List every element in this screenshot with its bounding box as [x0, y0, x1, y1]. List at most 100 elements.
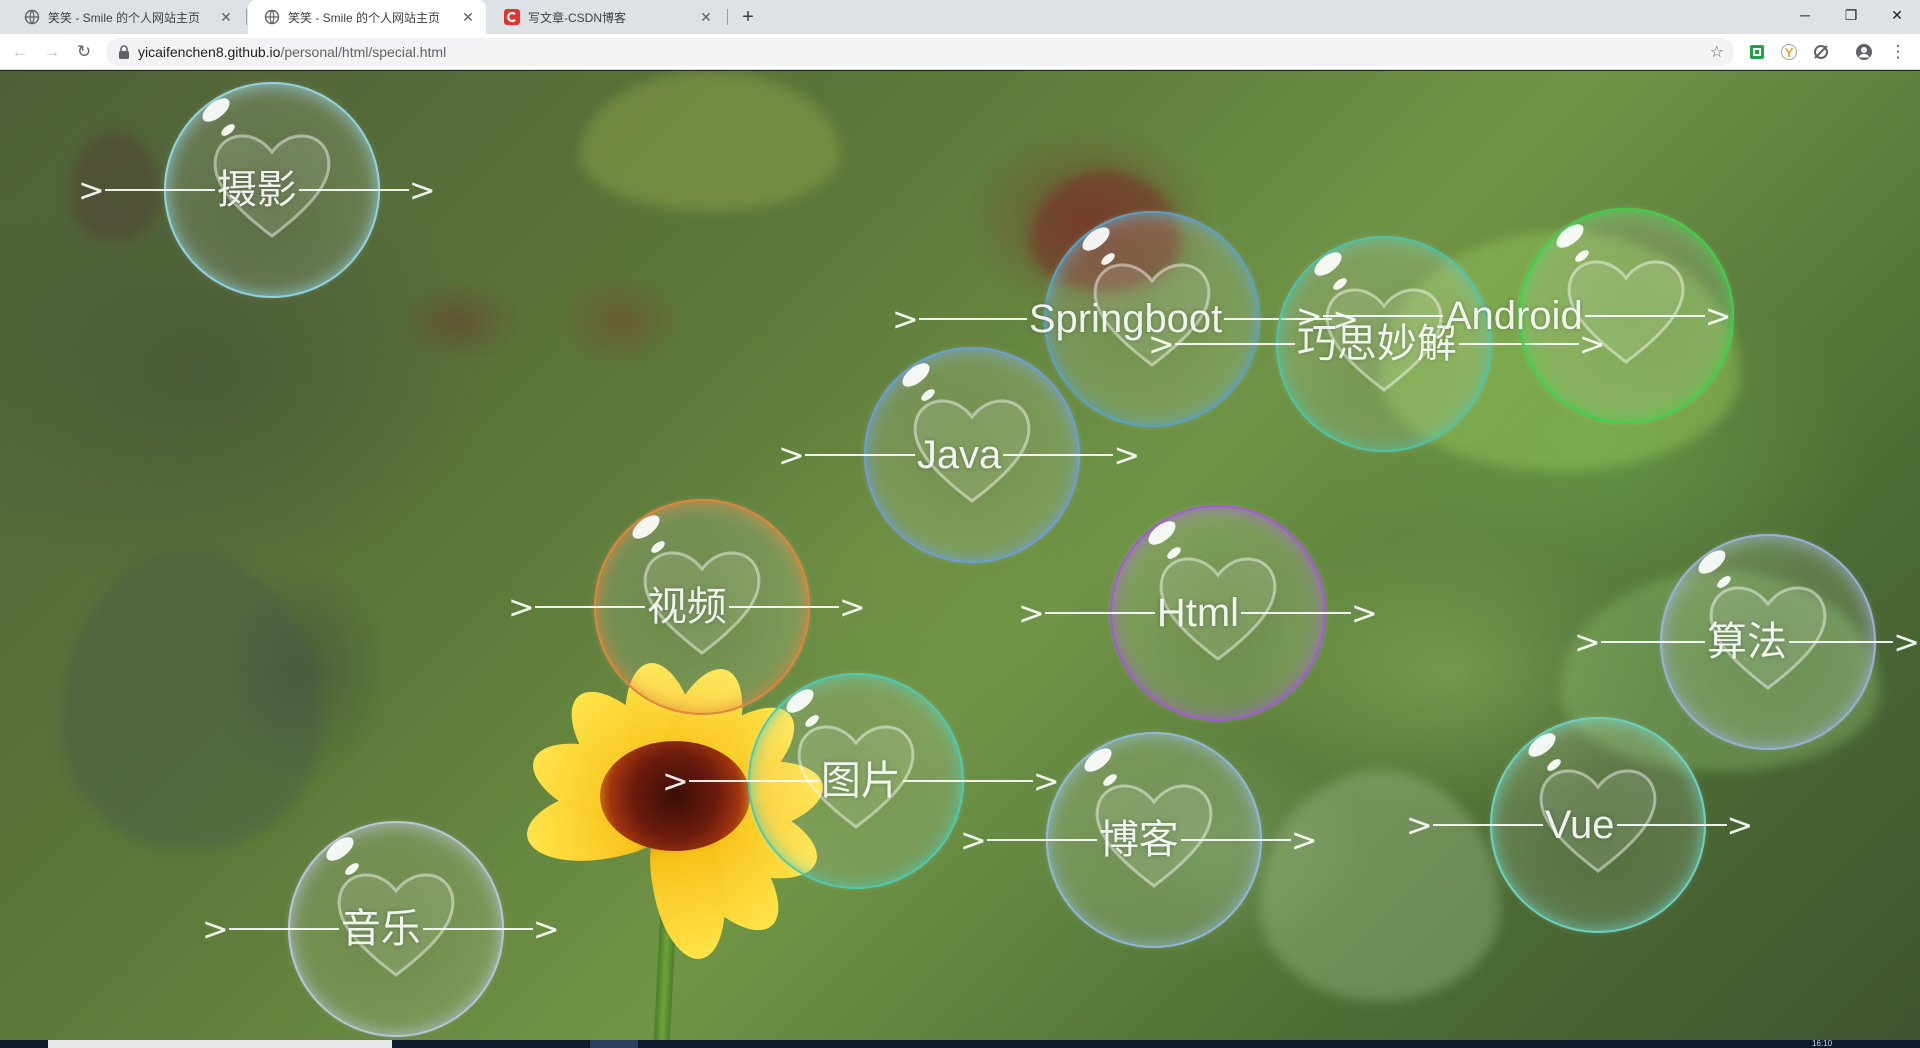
arrow-head-left: >: [508, 588, 535, 626]
arrow-line: [298, 189, 409, 191]
topic-label: 摄影: [216, 168, 297, 212]
arrow-line: [1600, 641, 1705, 643]
topic-link[interactable]: > 摄影 >: [78, 168, 436, 212]
minimize-icon[interactable]: ─: [1782, 0, 1828, 30]
tab-divider: [727, 9, 728, 25]
arrow-line: [902, 780, 1033, 782]
topic-label: 算法: [1707, 620, 1787, 664]
arrow-line: [804, 454, 915, 456]
url-host: yicaifenchen8.github.io: [138, 44, 281, 60]
topic-label: Java: [916, 433, 1002, 477]
arrow-line: [986, 839, 1097, 841]
maximize-icon[interactable]: ❐: [1828, 0, 1874, 30]
address-bar[interactable]: yicaifenchen8.github.io/personal/html/sp…: [106, 38, 1734, 66]
arrow-head-right: >: [532, 910, 560, 948]
arrow-head-right: >: [1290, 821, 1318, 859]
arrow-head-right: >: [1113, 436, 1141, 474]
arrow-line: [688, 780, 819, 782]
topic-link[interactable]: > 算法 >: [1574, 620, 1920, 664]
arrow-head-right: >: [1351, 594, 1378, 632]
tab-title: 笑笑 - Smile 的个人网站主页: [48, 10, 201, 25]
arrow-head-left: >: [662, 762, 689, 800]
arrow-head-right: >: [1704, 297, 1732, 335]
arrow-head-right: >: [1726, 806, 1754, 844]
topic-link[interactable]: > 博客 >: [960, 818, 1318, 862]
topic-label: Android: [1444, 294, 1583, 338]
taskbar-app[interactable]: [590, 1040, 638, 1048]
taskbar-app-active[interactable]: [48, 1040, 392, 1048]
globe-icon: [264, 9, 280, 25]
arrow-line: [1616, 824, 1727, 826]
arrow-line: [1584, 315, 1705, 317]
taskbar-clock: 16:10: [1812, 1039, 1833, 1048]
forward-icon[interactable]: →: [40, 40, 64, 64]
browser-toolbar: ← → ↻ yicaifenchen8.github.io/personal/h…: [0, 34, 1920, 70]
topic-label: 图片: [820, 759, 901, 803]
tab-title: 笑笑 - Smile 的个人网站主页: [288, 10, 441, 25]
bookmark-star-icon[interactable]: ☆: [1710, 42, 1724, 62]
arrow-head-right: >: [408, 171, 436, 209]
topic-link[interactable]: > Html >: [1018, 591, 1378, 635]
arrow-line: [1180, 839, 1291, 841]
arrow-head-left: >: [892, 300, 919, 338]
arrow-line: [1322, 315, 1443, 317]
arrow-head-left: >: [1406, 806, 1433, 844]
tab-divider: [246, 9, 247, 25]
arrow-head-left: >: [78, 171, 105, 209]
back-icon[interactable]: ←: [8, 40, 32, 64]
arrow-head-left: >: [202, 910, 229, 948]
topic-link[interactable]: > 视频 >: [508, 585, 866, 629]
tab-close-icon[interactable]: ✕: [698, 9, 714, 25]
extension-sync-icon[interactable]: [1812, 43, 1830, 61]
arrow-head-right: >: [1893, 623, 1920, 661]
tab-close-icon[interactable]: ✕: [218, 9, 234, 25]
profile-avatar-icon[interactable]: [1855, 43, 1873, 61]
arrow-line: [1432, 824, 1543, 826]
arrow-line: [1789, 641, 1894, 643]
arrow-line: [422, 928, 533, 930]
globe-icon: [24, 9, 40, 25]
arrow-head-left: >: [1574, 623, 1601, 661]
arrow-line: [1044, 612, 1155, 614]
topic-label: Vue: [1544, 803, 1615, 847]
topic-link[interactable]: > Vue >: [1406, 803, 1753, 847]
new-tab-button[interactable]: +: [736, 5, 760, 29]
arrow-head-left: >: [1148, 325, 1175, 363]
tab-2[interactable]: 笑笑 - Smile 的个人网站主页 ✕: [248, 0, 486, 34]
arrow-head-left: >: [1296, 297, 1323, 335]
arrow-line: [1003, 454, 1114, 456]
tab-title: 写文章-CSDN博客: [528, 10, 626, 25]
tab-3[interactable]: 写文章-CSDN博客 ✕: [488, 0, 724, 34]
special-page: >摄影> >Springboot> >巧思妙解> >Android> >Java…: [0, 71, 1920, 1040]
topic-label: 博客: [1098, 818, 1179, 862]
background-leaf: [580, 71, 840, 211]
arrow-head-right: >: [838, 588, 866, 626]
tab-1[interactable]: 笑笑 - Smile 的个人网站主页 ✕: [8, 0, 244, 34]
arrow-head-left: >: [1018, 594, 1045, 632]
extension-green-icon[interactable]: [1748, 43, 1766, 61]
csdn-logo-icon: [504, 9, 520, 25]
arrow-head-left: >: [960, 821, 987, 859]
tab-strip: 笑笑 - Smile 的个人网站主页 ✕ 笑笑 - Smile 的个人网站主页 …: [0, 0, 1920, 34]
topic-link[interactable]: > 音乐 >: [202, 907, 560, 951]
lock-icon: [119, 45, 129, 59]
url-path: /personal/html/special.html: [280, 44, 447, 60]
topic-link[interactable]: > Android >: [1296, 294, 1732, 338]
menu-kebab-icon[interactable]: ⋮: [1886, 40, 1910, 64]
arrow-line: [1174, 343, 1295, 345]
extension-y-icon[interactable]: [1780, 43, 1798, 61]
background-leaf: [60, 551, 320, 851]
arrow-line: [104, 189, 215, 191]
tab-close-icon[interactable]: ✕: [460, 9, 476, 25]
arrow-line: [1241, 612, 1352, 614]
arrow-line: [728, 606, 839, 608]
close-icon[interactable]: ✕: [1874, 0, 1920, 30]
reload-icon[interactable]: ↻: [72, 40, 96, 64]
topic-label: 音乐: [340, 907, 421, 951]
topic-link[interactable]: > Java >: [778, 433, 1140, 477]
arrow-line: [228, 928, 339, 930]
arrow-head-left: >: [778, 436, 805, 474]
topic-link[interactable]: > 图片 >: [662, 759, 1060, 803]
topic-label: Html: [1156, 591, 1240, 635]
topic-label: 视频: [646, 585, 727, 629]
